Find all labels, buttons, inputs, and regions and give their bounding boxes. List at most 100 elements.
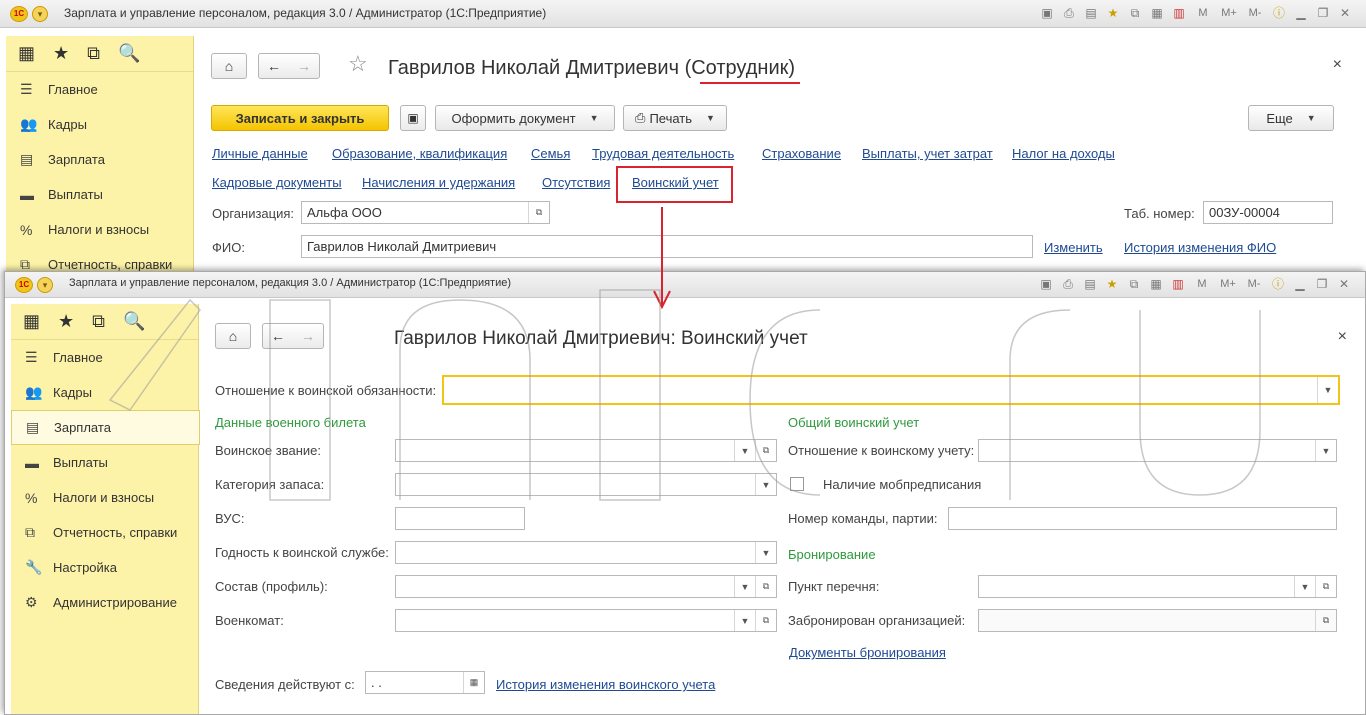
fitness-field[interactable]: ▼	[395, 541, 777, 564]
reports-icon: ⧉	[20, 256, 30, 271]
sidebar-item-main[interactable]: ☰ Главное	[11, 340, 198, 375]
forward-button[interactable]: →	[289, 54, 319, 78]
sidebar-item-payments[interactable]: ▬ Выплаты	[6, 177, 193, 212]
change-fio-link[interactable]: Изменить	[1044, 240, 1103, 255]
military-id-section: Данные военного билета	[215, 415, 366, 430]
tab-income-tax[interactable]: Налог на доходы	[1012, 146, 1115, 161]
tab-employment[interactable]: Трудовая деятельность	[592, 146, 734, 161]
booking-section: Бронирование	[788, 547, 876, 562]
booked-by-field[interactable]: ⧉	[978, 609, 1337, 632]
star-icon[interactable]: ★	[53, 43, 69, 64]
sidebar-item-label: Налоги и взносы	[48, 222, 150, 237]
payroll-icon: ▤	[20, 151, 34, 167]
percent-icon: %	[20, 221, 33, 238]
team-number-field[interactable]	[948, 507, 1337, 530]
enlistment-office-label: Военкомат:	[215, 613, 284, 628]
tab-number-field[interactable]: 00ЗУ-00004	[1203, 201, 1333, 224]
tab-absences[interactable]: Отсутствия	[542, 175, 610, 190]
open-icon[interactable]: ⧉	[755, 440, 776, 461]
star-icon[interactable]: ★	[58, 311, 74, 332]
chevron-down-icon[interactable]: ▼	[734, 440, 755, 461]
back-button[interactable]: ←	[263, 324, 293, 348]
sidebar-item-label: Налоги и взносы	[53, 490, 155, 505]
home-button[interactable]: ⌂	[211, 53, 247, 79]
chevron-down-icon[interactable]: ▼	[755, 542, 776, 563]
back-button[interactable]: ←	[259, 54, 289, 78]
open-icon[interactable]: ⧉	[1315, 610, 1336, 631]
open-icon[interactable]: ⧉	[755, 610, 776, 631]
chevron-down-icon[interactable]: ▼	[1315, 440, 1336, 461]
mob-order-label: Наличие мобпредписания	[823, 477, 982, 492]
main-menu-button[interactable]: ▾	[32, 6, 48, 22]
apps-grid-icon[interactable]: ▦	[18, 43, 35, 64]
tab-payments[interactable]: Выплаты, учет затрат	[862, 146, 993, 161]
print-icon: ⎙	[635, 110, 646, 125]
reserve-category-field[interactable]: ▼	[395, 473, 777, 496]
rank-field[interactable]: ▼ ⧉	[395, 439, 777, 462]
search-icon[interactable]: 🔍	[123, 311, 145, 332]
profile-field[interactable]: ▼ ⧉	[395, 575, 777, 598]
enlistment-office-field[interactable]: ▼ ⧉	[395, 609, 777, 632]
chevron-down-icon[interactable]: ▼	[734, 610, 755, 631]
relation-field[interactable]: ▼	[442, 375, 1340, 405]
save-and-close-button[interactable]: Записать и закрыть	[211, 105, 389, 131]
sidebar-item-admin[interactable]: ⚙ Администрирование	[11, 585, 198, 620]
valid-from-field[interactable]: . . ▦	[365, 671, 485, 694]
forward-button[interactable]: →	[293, 324, 323, 348]
sidebar-item-payroll[interactable]: ▤ Зарплата	[11, 410, 200, 445]
tab-personal-data[interactable]: Личные данные	[212, 146, 308, 161]
tab-accruals[interactable]: Начисления и удержания	[362, 175, 515, 190]
history-icon[interactable]: ⧉	[92, 311, 105, 332]
open-icon[interactable]: ⧉	[1315, 576, 1336, 597]
home-button[interactable]: ⌂	[215, 323, 251, 349]
employee-window: 1С ▾ Зарплата и управление персоналом, р…	[0, 0, 1366, 271]
vus-field[interactable]	[395, 507, 525, 530]
more-button[interactable]: Еще ▼	[1248, 105, 1334, 131]
list-item-field[interactable]: ▼ ⧉	[978, 575, 1337, 598]
chevron-down-icon[interactable]: ▼	[1294, 576, 1315, 597]
apps-grid-icon[interactable]: ▦	[23, 311, 40, 332]
sidebar-item-taxes[interactable]: % Налоги и взносы	[11, 480, 198, 515]
military-history-link[interactable]: История изменения воинского учета	[496, 677, 715, 692]
profile-label: Состав (профиль):	[215, 579, 328, 594]
sidebar-item-payments[interactable]: ▬ Выплаты	[11, 445, 198, 480]
sidebar-item-hr[interactable]: 👥 Кадры	[6, 107, 193, 142]
close-form-button[interactable]: ×	[1333, 56, 1342, 74]
close-form-button[interactable]: ×	[1338, 328, 1347, 346]
tab-insurance[interactable]: Страхование	[762, 146, 841, 161]
chevron-down-icon[interactable]: ▼	[734, 576, 755, 597]
search-icon[interactable]: 🔍	[118, 43, 140, 64]
save-button[interactable]: ▣	[400, 105, 426, 131]
open-icon[interactable]: ⧉	[755, 576, 776, 597]
main-menu-button[interactable]: ▾	[37, 277, 53, 293]
reserve-category-label: Категория запаса:	[215, 477, 325, 492]
sidebar-item-reports[interactable]: ⧉ Отчетность, справки	[11, 515, 198, 550]
sidebar-item-taxes[interactable]: % Налоги и взносы	[6, 212, 193, 247]
sidebar-item-settings[interactable]: 🔧 Настройка	[11, 550, 198, 585]
tab-family[interactable]: Семья	[531, 146, 570, 161]
sidebar-item-main[interactable]: ☰ Главное	[6, 72, 193, 107]
tab-education[interactable]: Образование, квалификация	[332, 146, 507, 161]
app-logo: 1С	[10, 6, 28, 22]
payroll-icon: ▤	[26, 419, 40, 435]
fio-history-link[interactable]: История изменения ФИО	[1124, 240, 1276, 255]
sidebar-item-reports[interactable]: ⧉ Отчетность, справки	[6, 247, 193, 271]
sidebar: ▦ ★ ⧉ 🔍 ☰ Главное 👥 Кадры ▤ Зарплата ▬ Выпла…	[11, 304, 200, 714]
military-relation-field[interactable]: ▼	[978, 439, 1337, 462]
make-document-button[interactable]: Оформить документ ▼	[435, 105, 615, 131]
tab-hr-documents[interactable]: Кадровые документы	[212, 175, 342, 190]
chevron-down-icon: ▼	[589, 113, 599, 123]
open-icon[interactable]: ⧉	[528, 202, 549, 223]
print-button[interactable]: ⎙ Печать ▼	[623, 105, 727, 131]
chevron-down-icon[interactable]: ▼	[755, 474, 776, 495]
chevron-down-icon[interactable]: ▼	[1317, 377, 1338, 403]
list-item-label: Пункт перечня:	[788, 579, 880, 594]
mob-order-checkbox[interactable]	[790, 477, 804, 491]
calendar-icon[interactable]: ▦	[463, 672, 484, 693]
org-field[interactable]: Альфа ООО ⧉	[301, 201, 550, 224]
booking-docs-link[interactable]: Документы бронирования	[789, 645, 946, 660]
sidebar-item-payroll[interactable]: ▤ Зарплата	[6, 142, 193, 177]
history-icon[interactable]: ⧉	[87, 43, 100, 64]
favorite-star-icon[interactable]: ☆	[348, 53, 368, 75]
sidebar-item-hr[interactable]: 👥 Кадры	[11, 375, 198, 410]
